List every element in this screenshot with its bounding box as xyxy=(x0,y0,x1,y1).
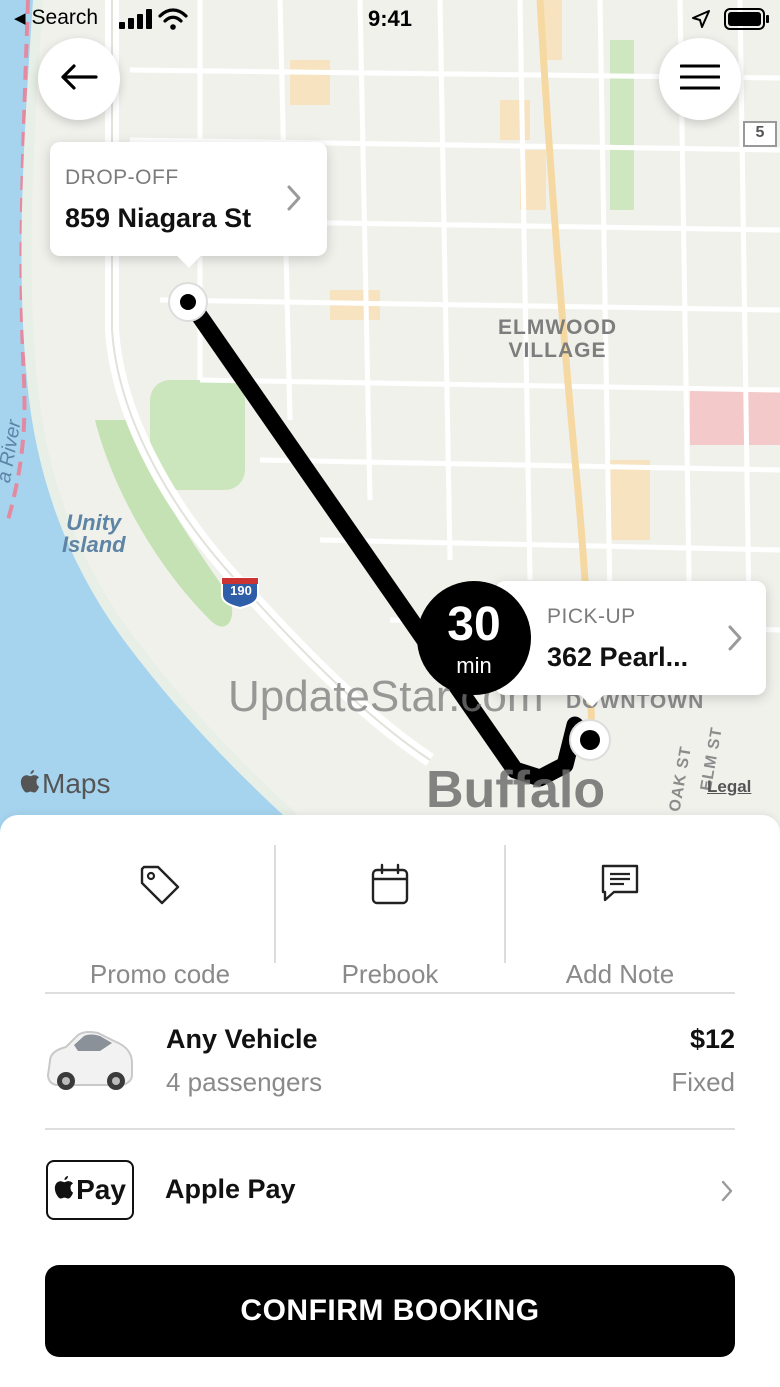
divider xyxy=(45,1128,735,1130)
vehicle-capacity: 4 passengers xyxy=(166,1067,323,1097)
chevron-right-icon xyxy=(727,624,743,657)
chevron-right-icon xyxy=(720,1179,734,1208)
pickup-marker-dot xyxy=(580,730,600,750)
divider xyxy=(45,992,735,994)
legal-link[interactable]: Legal xyxy=(707,777,751,797)
signal-icon xyxy=(118,9,152,34)
eta-unit: min xyxy=(456,653,492,678)
vehicle-price: $12 xyxy=(689,1024,735,1054)
eta-value: 30 xyxy=(447,598,501,651)
route-label: 5 xyxy=(755,124,765,141)
note-icon xyxy=(505,863,735,903)
interstate-label: 190 xyxy=(230,583,252,598)
status-time: 9:41 xyxy=(367,6,413,31)
commercial-area xyxy=(290,60,330,105)
commercial-area xyxy=(500,100,530,140)
promo-code-label: Promo code xyxy=(89,959,231,989)
pickup-label: PICK-UP xyxy=(547,605,636,628)
maps-logo: Maps xyxy=(20,768,110,800)
price-type: Fixed xyxy=(671,1067,735,1097)
car-icon xyxy=(44,1023,136,1100)
dropoff-marker-dot xyxy=(180,294,196,310)
arrow-left-icon xyxy=(60,63,98,96)
booking-sheet: Promo code Prebook Add Note Any Vehicle … xyxy=(0,815,780,1387)
hamburger-menu-icon xyxy=(679,64,721,95)
prebook-label: Prebook xyxy=(341,959,439,989)
apple-logo-icon xyxy=(20,768,40,800)
neighborhood-label: ELMWOOD VILLAGE xyxy=(498,316,617,362)
park-area xyxy=(610,40,634,210)
route-map[interactable]: ELMWOOD VILLAGE Unity Island a River 190… xyxy=(0,0,780,850)
vehicle-row[interactable]: Any Vehicle 4 passengers $12 Fixed xyxy=(0,995,780,1125)
promo-code-button[interactable]: Promo code xyxy=(45,845,275,989)
dropoff-address: 859 Niagara St xyxy=(65,203,252,233)
wifi-icon xyxy=(158,8,188,35)
apple-logo-icon xyxy=(54,1174,74,1206)
vehicle-name: Any Vehicle xyxy=(166,1024,318,1054)
eta-badge: 30 min xyxy=(417,581,531,695)
battery-icon xyxy=(724,8,770,35)
apple-pay-badge: Pay xyxy=(46,1160,134,1220)
campus-area xyxy=(690,390,780,445)
add-note-button[interactable]: Add Note xyxy=(505,845,735,989)
chevron-right-icon xyxy=(286,184,302,217)
dropoff-callout[interactable]: DROP-OFF 859 Niagara St xyxy=(50,142,327,268)
payment-method: Apple Pay xyxy=(165,1174,296,1204)
add-note-label: Add Note xyxy=(565,959,675,989)
confirm-booking-button[interactable]: CONFIRM BOOKING xyxy=(45,1265,735,1357)
status-bar: ◀ Search 9:41 xyxy=(0,0,780,40)
pickup-address: 362 Pearl... xyxy=(547,642,689,672)
pickup-callout[interactable]: PICK-UP 362 Pearl... xyxy=(495,581,766,707)
island-label: Unity Island xyxy=(62,510,126,557)
menu-button[interactable] xyxy=(659,38,741,120)
tag-icon xyxy=(45,863,275,907)
back-button[interactable] xyxy=(38,38,120,120)
map-base-layer xyxy=(0,0,780,850)
commercial-area xyxy=(610,460,650,540)
calendar-icon xyxy=(275,863,505,907)
dropoff-label: DROP-OFF xyxy=(65,166,179,189)
city-label: Buffalo xyxy=(426,761,606,819)
location-arrow-icon xyxy=(692,10,710,33)
prebook-button[interactable]: Prebook xyxy=(275,845,505,989)
status-icons xyxy=(692,8,770,35)
